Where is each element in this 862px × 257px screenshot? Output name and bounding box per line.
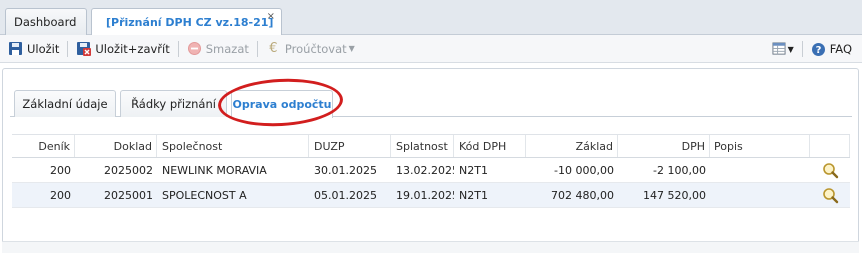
column-header-spolecnost[interactable]: Společnost [157,135,309,157]
cell-denik: 200 [50,188,71,202]
magnifier-icon [822,162,838,178]
floppy-disk-icon [9,42,22,55]
column-header-dph[interactable]: DPH [618,135,710,157]
tab-basic-info[interactable]: Základní údaje [14,90,116,117]
post-dropdown-button[interactable]: € Proúčtovat ▼ [262,39,359,59]
save-and-close-button[interactable]: Uložit+zavřít [72,39,173,59]
chevron-down-icon: ▼ [348,44,355,53]
tab-return-lines-label: Řádky přiznání [131,97,216,111]
row-detail-button[interactable] [810,158,850,182]
faq-button[interactable]: ? FAQ [807,39,856,59]
tab-deduction-correction-label: Oprava odpočtu [232,98,332,111]
magnifier-icon [822,187,838,203]
grid-header: Deník Doklad Společnost DUZP Splatnost K… [12,134,850,158]
save-label: Uložit [27,41,60,56]
cell-zaklad: 702 480,00 [551,188,614,202]
column-header-denik[interactable]: Deník [12,135,75,157]
table-row[interactable]: 200 2025002 NEWLINK MORAVIA 30.01.2025 1… [12,158,850,183]
panel-footer [2,241,859,253]
row-detail-button[interactable] [810,183,850,207]
tab-vat-return[interactable]: $ [Přiznání DPH CZ vz.18-21] × [91,8,282,36]
euro-icon: € [269,41,278,56]
toolbar-divider [177,40,179,57]
detail-tab-bar: Základní údaje Řádky přiznání Oprava odp… [10,88,852,118]
cell-doklad: 2025001 [104,188,153,202]
cell-dph: 147 520,00 [643,188,706,202]
cell-kod-dph: N2T1 [459,163,488,177]
delete-button[interactable]: Smazat [183,39,253,59]
data-grid: Deník Doklad Společnost DUZP Splatnost K… [12,134,850,208]
toolbar: Uložit Uložit+zavřít Smazat € Proúčtovat… [0,35,862,63]
cell-splatnost: 13.02.2025 [396,163,454,177]
tab-basic-info-label: Základní údaje [22,97,108,111]
toolbar-divider [801,41,803,57]
save-button[interactable]: Uložit [4,39,63,59]
close-tab-icon[interactable]: × [267,11,275,22]
document-tab-bar: Dashboard $ [Přiznání DPH CZ vz.18-21] × [0,0,862,36]
cell-doklad: 2025002 [104,163,153,177]
cell-denik: 200 [50,163,71,177]
tab-dashboard-label: Dashboard [14,15,77,29]
tab-vat-return-label: [Přiznání DPH CZ vz.18-21] [106,16,274,29]
column-header-duzp[interactable]: DUZP [309,135,391,157]
delete-icon [187,42,201,55]
cell-spolecnost: SPOLECNOST A [162,188,247,202]
column-header-actions [810,135,850,157]
cell-duzp: 30.01.2025 [314,163,377,177]
cell-popis [710,183,810,207]
column-header-splatnost[interactable]: Splatnost [391,135,454,157]
faq-label: FAQ [829,42,852,56]
save-and-close-label: Uložit+zavřít [95,41,170,56]
tab-dashboard[interactable]: Dashboard [5,8,87,35]
view-options-button[interactable]: ▼ [767,39,798,59]
post-label: Proúčtovat [284,41,347,56]
cell-popis [710,158,810,182]
save-close-icon [77,42,92,56]
toolbar-divider [67,40,69,57]
help-icon: ? [811,42,825,56]
column-header-kod-dph[interactable]: Kód DPH [454,135,526,157]
cell-kod-dph: N2T1 [459,188,488,202]
toolbar-divider [256,40,258,57]
chevron-down-icon: ▼ [787,44,794,54]
grid-view-icon [772,42,786,55]
column-header-popis[interactable]: Popis [710,135,810,157]
cell-zaklad: -10 000,00 [554,163,614,177]
cell-dph: -2 100,00 [653,163,706,177]
tab-return-lines[interactable]: Řádky přiznání [120,90,227,117]
cell-splatnost: 19.01.2025 [396,188,454,202]
cell-duzp: 05.01.2025 [314,188,377,202]
column-header-zaklad[interactable]: Základ [526,135,618,157]
delete-label: Smazat [205,41,249,56]
toolbar-right: ▼ ? FAQ [767,39,856,59]
svg-text:?: ? [815,45,821,56]
column-header-doklad[interactable]: Doklad [75,135,157,157]
tab-deduction-correction[interactable]: Oprava odpočtu [231,90,333,118]
table-row[interactable]: 200 2025001 SPOLECNOST A 05.01.2025 19.0… [12,183,850,208]
cell-spolecnost: NEWLINK MORAVIA [162,163,267,177]
